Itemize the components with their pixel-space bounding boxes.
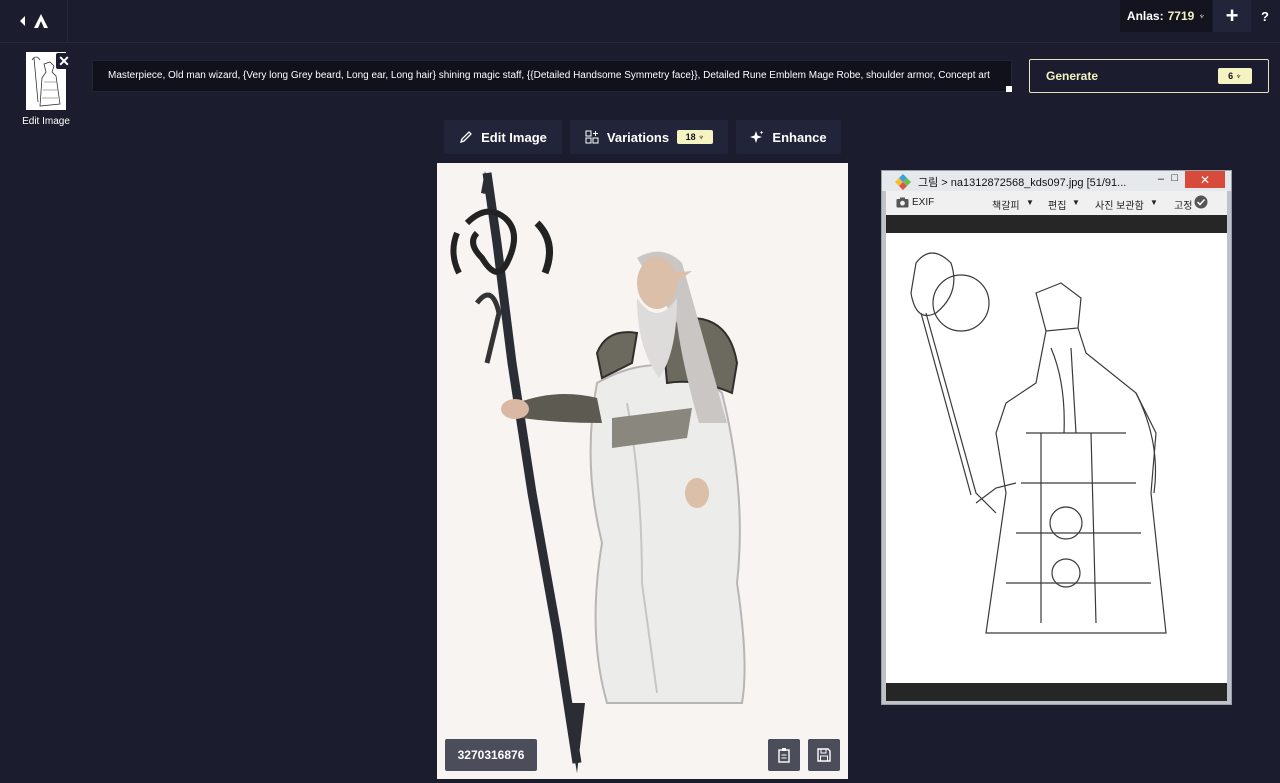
copy-to-clipboard-button[interactable] <box>768 739 800 771</box>
minimize-icon[interactable]: – <box>1158 173 1164 185</box>
back-button[interactable] <box>0 0 68 42</box>
anlas-label: Anlas: <box>1126 9 1164 23</box>
chevron-down-icon: ▼ <box>1026 198 1034 207</box>
check-circle-icon <box>1194 195 1208 212</box>
photo-album-menu[interactable]: 사진 보관함 <box>1095 197 1144 212</box>
bookmark-menu[interactable]: 책갈피 <box>992 197 1020 212</box>
variations-label: Variations <box>606 129 670 145</box>
add-anlas-button[interactable]: + <box>1213 0 1251 32</box>
floppy-disk-icon <box>817 748 831 762</box>
anlas-icon: ♆ <box>1235 71 1242 81</box>
anlas-value: 7719 <box>1167 9 1195 23</box>
edit-menu[interactable]: 편집 <box>1048 197 1066 212</box>
anlas-balance[interactable]: Anlas: 7719 ♆ <box>1120 0 1212 32</box>
sparkle-icon <box>750 130 764 143</box>
plus-icon: + <box>1225 3 1239 28</box>
viewer-close-button[interactable]: ✕ <box>1185 171 1225 188</box>
edit-image-button[interactable]: Edit Image <box>444 120 562 154</box>
prompt-input[interactable]: Masterpiece, Old man wizard, {Very long … <box>92 60 1012 92</box>
viewer-title: 그림 > na1312872568_kds097.jpg [51/91... <box>918 177 1127 189</box>
wizard-illustration <box>437 163 848 779</box>
wizard-sketch <box>886 233 1227 683</box>
generate-label: Generate <box>1046 69 1099 83</box>
variations-cost: 18 <box>685 132 696 142</box>
viewer-toolbar: EXIF 책갈피 ▼ 편집 ▼ 사진 보관함 ▼ 고정 <box>886 191 1227 215</box>
help-icon: ? <box>1261 8 1269 24</box>
enhance-button[interactable]: Enhance <box>736 120 841 154</box>
variations-cost-badge: 18 ♆ <box>677 130 714 144</box>
logo-icon <box>33 14 48 28</box>
generate-cost-badge: 6 ♆ <box>1218 68 1252 84</box>
variations-icon <box>585 130 599 144</box>
viewer-title-bar[interactable]: 그림 > na1312872568_kds097.jpg [51/91... –… <box>882 171 1231 191</box>
close-icon: ✕ <box>1199 172 1211 187</box>
resize-handle[interactable] <box>1006 86 1012 92</box>
top-bar <box>0 0 1280 43</box>
edit-image-label: Edit Image <box>481 129 547 145</box>
viewer-app-icon <box>895 174 911 190</box>
camera-icon <box>896 197 909 211</box>
anlas-icon: ♆ <box>697 132 705 142</box>
image-viewer-window: 그림 > na1312872568_kds097.jpg [51/91... –… <box>881 170 1232 705</box>
chevron-left-icon <box>19 16 25 26</box>
help-button[interactable]: ? <box>1256 0 1274 32</box>
remove-image-button[interactable]: ✕ <box>56 53 72 69</box>
enhance-label: Enhance <box>772 129 827 145</box>
generated-image <box>437 163 848 779</box>
pencil-icon <box>460 131 473 144</box>
generate-cost: 6 <box>1228 71 1234 81</box>
anlas-icon: ♆ <box>1198 11 1206 21</box>
maximize-icon[interactable]: □ <box>1171 172 1178 184</box>
chevron-down-icon: ▼ <box>1072 198 1080 207</box>
variations-button[interactable]: Variations 18 ♆ <box>570 120 728 154</box>
generate-button[interactable]: Generate 6 ♆ <box>1029 59 1269 93</box>
chevron-down-icon: ▼ <box>1150 198 1158 207</box>
close-icon: ✕ <box>58 52 70 69</box>
exif-button[interactable]: EXIF <box>912 197 934 208</box>
clipboard-icon <box>778 748 790 763</box>
viewer-canvas <box>886 215 1227 701</box>
save-image-button[interactable] <box>808 739 840 771</box>
seed-button[interactable]: 3270316876 <box>445 739 537 771</box>
sketch-image <box>886 233 1227 683</box>
pin-button[interactable]: 고정 <box>1174 197 1192 212</box>
thumbnail-label: Edit Image <box>22 116 70 127</box>
